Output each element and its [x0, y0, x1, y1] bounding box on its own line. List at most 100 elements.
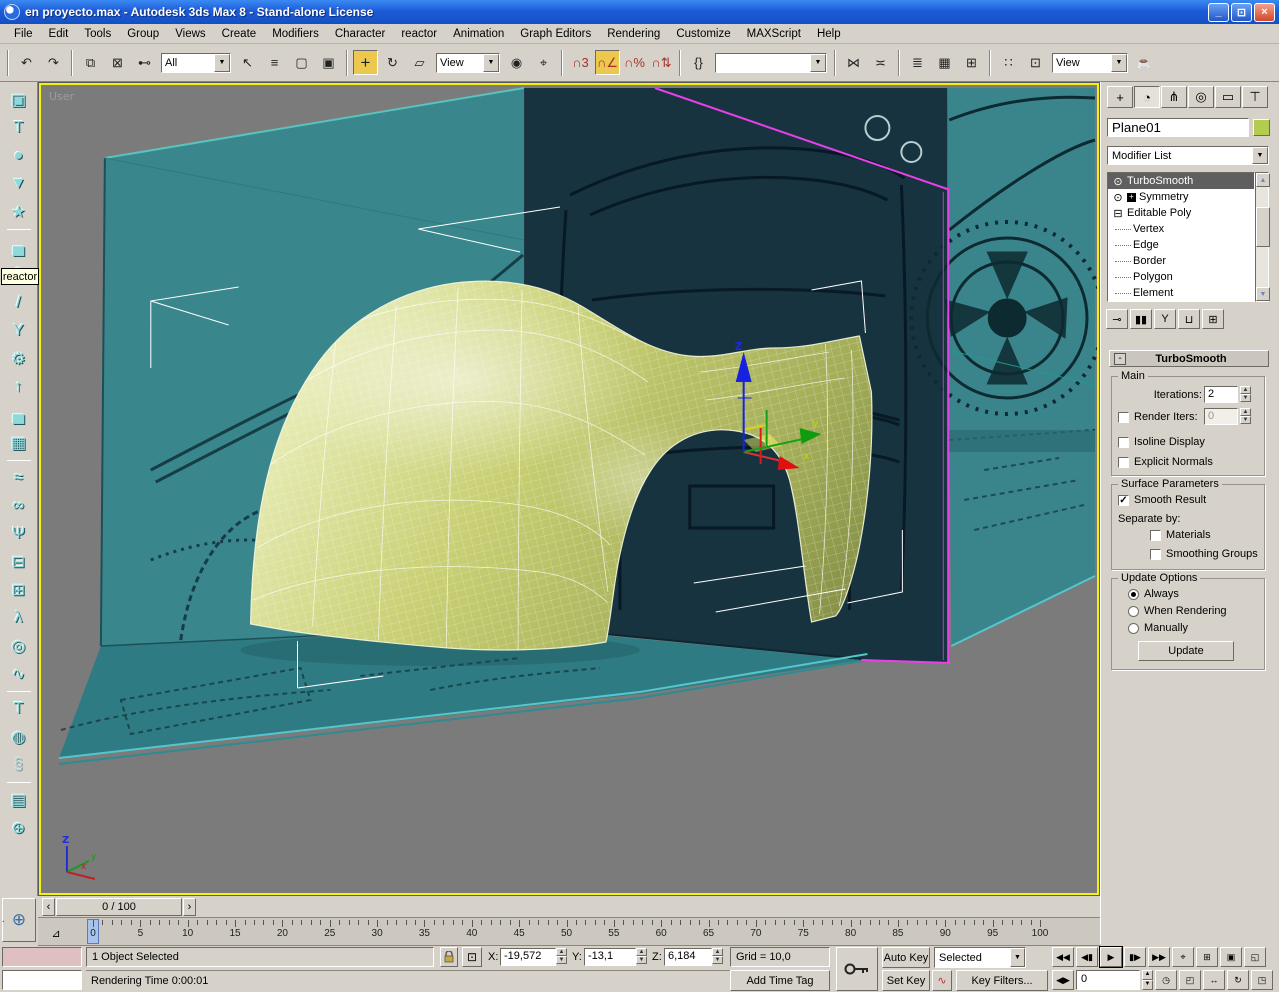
menu-character[interactable]: Character [327, 26, 394, 42]
cloth-collection-icon[interactable]: T [5, 115, 33, 141]
stack-item-symmetry[interactable]: ⊙ + Symmetry [1108, 189, 1254, 205]
iterations-spinner[interactable]: ▲ ▼ [1240, 386, 1251, 402]
key-filters-button[interactable]: Key Filters... [956, 970, 1048, 991]
set-key-mode-button[interactable] [836, 947, 878, 991]
render-iters-spinner[interactable]: ▲ ▼ [1240, 408, 1251, 424]
stack-item-turbosmooth[interactable]: ⊙ TurboSmooth [1108, 173, 1254, 189]
menu-modifiers[interactable]: Modifiers [264, 26, 327, 42]
crossing-selection-button[interactable]: ▣ [316, 50, 341, 75]
tab-utilities[interactable]: ⊤ [1242, 86, 1268, 108]
materials-checkbox[interactable] [1150, 530, 1161, 541]
set-key-button[interactable]: Set Key [882, 970, 930, 991]
selected-set-dropdown[interactable]: Selected ▼ [934, 947, 1026, 968]
stack-scrollbar[interactable]: ▲ ▼ [1255, 172, 1270, 302]
stack-item-polygon[interactable]: Polygon [1108, 269, 1254, 285]
percent-snap-button[interactable]: ∩% [622, 50, 647, 75]
always-radio[interactable] [1128, 589, 1139, 600]
selected-set-arrow-icon[interactable]: ▼ [1010, 948, 1025, 967]
select-object-button[interactable]: ↖ [235, 50, 260, 75]
z-coordinate-field[interactable]: 6,184 [664, 948, 712, 966]
pin-stack-button[interactable]: ⊸ [1106, 309, 1128, 329]
frame-number-field[interactable]: 0 [1076, 970, 1140, 990]
plane-icon[interactable]: ▄ [5, 234, 33, 260]
deforming-mesh-collection-icon[interactable]: ★ [5, 199, 33, 225]
x-spinner[interactable]: ▲ ▼ [556, 948, 567, 964]
collapse-icon[interactable]: ⊟ [1111, 207, 1125, 220]
restore-button[interactable]: ⊡ [1231, 2, 1252, 22]
motor-icon[interactable]: ⚙ [5, 346, 33, 372]
selection-lock-icon[interactable] [440, 947, 458, 967]
object-name-field[interactable] [1107, 118, 1249, 137]
stack-item-element[interactable]: Element [1108, 285, 1254, 301]
car-wheel-constraint-icon[interactable]: ◎ [5, 633, 33, 659]
turbosmooth-rollout-header[interactable]: - TurboSmooth [1109, 350, 1269, 367]
undo-button[interactable]: ↶ [14, 50, 39, 75]
render-type-dropdown-arrow-icon[interactable]: ▼ [1111, 53, 1127, 72]
zoom-extents-all-button[interactable]: ◱ [1244, 947, 1266, 967]
manually-radio[interactable] [1128, 623, 1139, 634]
bind-to-space-warp-button[interactable]: ⊷ [132, 50, 157, 75]
minimize-button[interactable]: _ [1208, 2, 1229, 22]
schematic-view-button[interactable]: ⊞ [959, 50, 984, 75]
quick-render-button[interactable]: ☕ [1132, 50, 1157, 75]
scroll-up-icon[interactable]: ▲ [1256, 173, 1270, 187]
maxscript-listener-button[interactable]: ⊕ [2, 898, 36, 942]
auto-key-button[interactable]: Auto Key [882, 947, 930, 968]
collapse-icon[interactable]: - [1114, 352, 1126, 365]
linear-dashpot-icon[interactable]: / [5, 290, 33, 316]
point-path-constraint-icon[interactable]: ∿ [5, 661, 33, 687]
default-in-out-tangents-icon[interactable]: ∿ [932, 970, 952, 991]
menu-group[interactable]: Group [119, 26, 167, 42]
iterations-field[interactable]: 2 [1204, 386, 1238, 403]
soft-body-modifier-icon[interactable]: ◍ [5, 724, 33, 750]
curve-editor-button[interactable]: ▦ [932, 50, 957, 75]
lightbulb-icon[interactable]: ⊙ [1111, 191, 1125, 204]
menu-animation[interactable]: Animation [445, 26, 512, 42]
play-animation-button[interactable]: ▶ [1099, 946, 1123, 968]
viewport-label[interactable]: User [49, 90, 74, 103]
show-end-result-button[interactable]: ▮▮ [1130, 309, 1152, 329]
close-button[interactable]: × [1254, 2, 1275, 22]
tab-motion[interactable]: ◎ [1188, 86, 1214, 108]
menu-tools[interactable]: Tools [76, 26, 119, 42]
angular-dashpot-icon[interactable]: Y [5, 318, 33, 344]
tab-modify[interactable]: ◔ [1134, 86, 1160, 108]
time-configuration-button[interactable]: ◷ [1155, 970, 1177, 990]
unlink-selection-button[interactable]: ⊠ [105, 50, 130, 75]
previous-frame-button[interactable]: ◀▮ [1076, 947, 1098, 967]
remove-modifier-button[interactable]: ⊔ [1178, 309, 1200, 329]
mini-listener-script[interactable] [2, 970, 82, 990]
key-mode-toggle[interactable]: ◀▶ [1052, 970, 1074, 990]
angle-snap-button[interactable]: ∩∠ [595, 50, 620, 75]
select-and-move-button[interactable]: + [353, 50, 378, 75]
render-iters-checkbox[interactable] [1118, 412, 1129, 423]
track-bar[interactable]: 0 5 10 15 20 25 30 35 40 45 50 55 60 65 70 75 80 85 90 95 10… [38, 918, 1100, 946]
configure-modifier-sets-button[interactable]: ⊞ [1202, 309, 1224, 329]
menu-help[interactable]: Help [809, 26, 849, 42]
smoothing-groups-checkbox[interactable] [1150, 549, 1161, 560]
selection-filter-dropdown[interactable]: All ▼ [161, 52, 231, 73]
next-frame-button[interactable]: ▮▶ [1124, 947, 1146, 967]
when-rendering-radio[interactable] [1128, 606, 1139, 617]
select-by-name-button[interactable]: ≡ [262, 50, 287, 75]
render-type-dropdown[interactable]: View ▼ [1052, 52, 1128, 73]
select-and-manipulate-button[interactable]: ⌖ [531, 50, 556, 75]
expand-icon[interactable]: + [1127, 192, 1136, 202]
cloth-modifier-icon[interactable]: T [5, 696, 33, 722]
rope-modifier-icon[interactable]: § [5, 752, 33, 778]
tab-display[interactable]: ▭ [1215, 86, 1241, 108]
stack-item-edge[interactable]: Edge [1108, 237, 1254, 253]
x-coordinate-field[interactable]: -19,572 [500, 948, 556, 966]
min-max-toggle-button[interactable]: ◳ [1251, 970, 1273, 990]
spinner-snap-button[interactable]: ∩⇅ [649, 50, 674, 75]
selection-filter-dropdown-arrow-icon[interactable]: ▼ [214, 53, 230, 72]
go-to-end-button[interactable]: ▶▶ [1148, 947, 1170, 967]
reference-coordinate-dropdown[interactable]: View ▼ [436, 52, 500, 73]
water-icon[interactable]: ≈ [5, 465, 33, 491]
stack-item-vertex[interactable]: Vertex [1108, 221, 1254, 237]
stack-item-editable-poly[interactable]: ⊟ Editable Poly [1108, 205, 1254, 221]
preview-window-icon[interactable]: ▤ [5, 787, 33, 813]
prismatic-constraint-icon[interactable]: λ [5, 605, 33, 631]
lightbulb-icon[interactable]: ⊙ [1111, 175, 1125, 188]
redo-button[interactable]: ↷ [41, 50, 66, 75]
